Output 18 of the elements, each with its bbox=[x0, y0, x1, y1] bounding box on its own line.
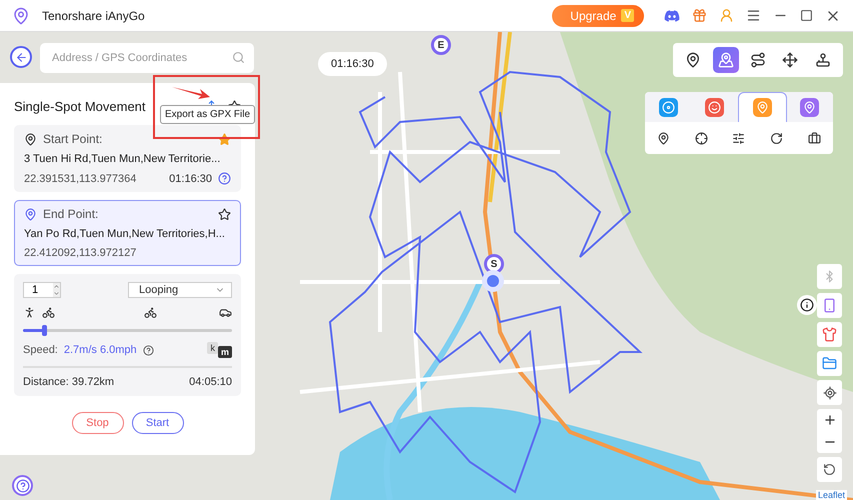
map-pin: S bbox=[484, 254, 504, 274]
start-time: 01:16:30 bbox=[169, 172, 212, 184]
duration-label: 04:05:10 bbox=[189, 376, 232, 388]
distance-label: Distance: 39.72km bbox=[23, 376, 116, 388]
end-label: End Point: bbox=[43, 207, 100, 221]
start-coordinates: 22.391531,113.977364 bbox=[24, 172, 138, 184]
speed-value: 2.7m/s 6.0mph bbox=[64, 344, 137, 356]
start-address: 3 Tuen Hi Rd,Tuen Mun,New Territorie... bbox=[24, 153, 222, 165]
speed-label: Speed: bbox=[23, 344, 58, 356]
timer-label: 01:16:30 bbox=[318, 52, 387, 76]
start-label: Start Point: bbox=[43, 132, 104, 146]
end-coordinates: 22.412092,113.972127 bbox=[24, 247, 138, 259]
tooltip: Export as GPX File bbox=[160, 105, 256, 124]
window-title: Tenorshare iAnyGo bbox=[42, 8, 146, 22]
map-pin: E bbox=[431, 35, 451, 55]
vip-badge: V bbox=[621, 9, 634, 22]
panel-title: Single-Spot Movement bbox=[14, 98, 146, 114]
end-address: Yan Po Rd,Tuen Mun,New Territories,H... bbox=[24, 228, 226, 240]
